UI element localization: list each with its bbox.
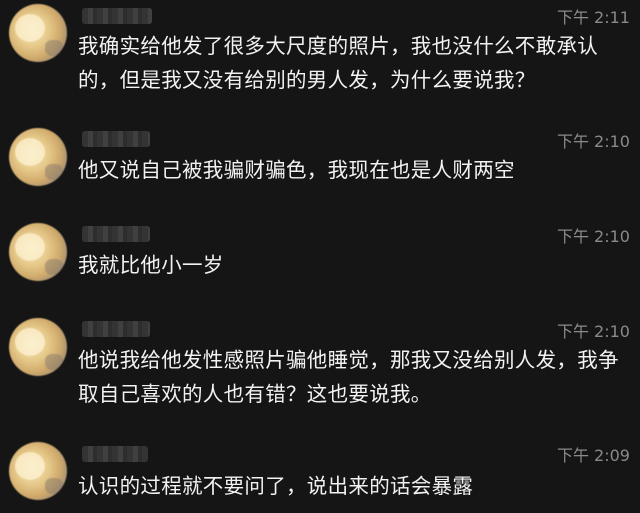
message-text: 他又说自己被我骗财骗色，我现在也是人财两空 (78, 158, 515, 182)
message-timestamp: 下午 2:10 (556, 132, 630, 151)
message-item[interactable]: 下午 2:10 我就比他小一岁 (0, 219, 640, 299)
sender-avatar[interactable] (9, 128, 67, 186)
message-item[interactable]: 下午 2:10 他又说自己被我骗财骗色，我现在也是人财两空 (0, 124, 640, 204)
sender-avatar[interactable] (9, 318, 67, 376)
message-text: 我确实给他发了很多大尺度的照片，我也没什么不敢承认的，但是我又没有给别的男人发，… (78, 34, 598, 92)
sender-name-blurred (82, 8, 152, 24)
sender-name-blurred (82, 321, 150, 337)
message-timestamp: 下午 2:11 (556, 8, 630, 27)
sender-avatar[interactable] (9, 4, 67, 62)
message-timestamp: 下午 2:10 (556, 227, 630, 246)
message-text: 他说我给他发性感照片骗他睡觉，那我又没给别人发，我争取自己喜欢的人也有错？这也要… (78, 348, 619, 406)
message-item[interactable]: 下午 2:09 认识的过程就不要问了，说出来的话会暴露 (0, 438, 640, 513)
sender-avatar[interactable] (9, 223, 67, 281)
message-item[interactable]: 下午 2:11 我确实给他发了很多大尺度的照片，我也没什么不敢承认的，但是我又没… (0, 0, 640, 120)
sender-name-blurred (82, 131, 150, 147)
sender-avatar[interactable] (9, 442, 67, 500)
message-timestamp: 下午 2:10 (556, 322, 630, 341)
message-text: 我就比他小一岁 (78, 253, 224, 277)
chat-message-list: 下午 2:11 我确实给他发了很多大尺度的照片，我也没什么不敢承认的，但是我又没… (0, 0, 640, 513)
message-item[interactable]: 下午 2:10 他说我给他发性感照片骗他睡觉，那我又没给别人发，我争取自己喜欢的… (0, 314, 640, 429)
sender-name-blurred (82, 446, 148, 462)
message-timestamp: 下午 2:09 (556, 446, 630, 465)
sender-name-blurred (82, 226, 150, 242)
message-text: 认识的过程就不要问了，说出来的话会暴露 (78, 474, 474, 498)
